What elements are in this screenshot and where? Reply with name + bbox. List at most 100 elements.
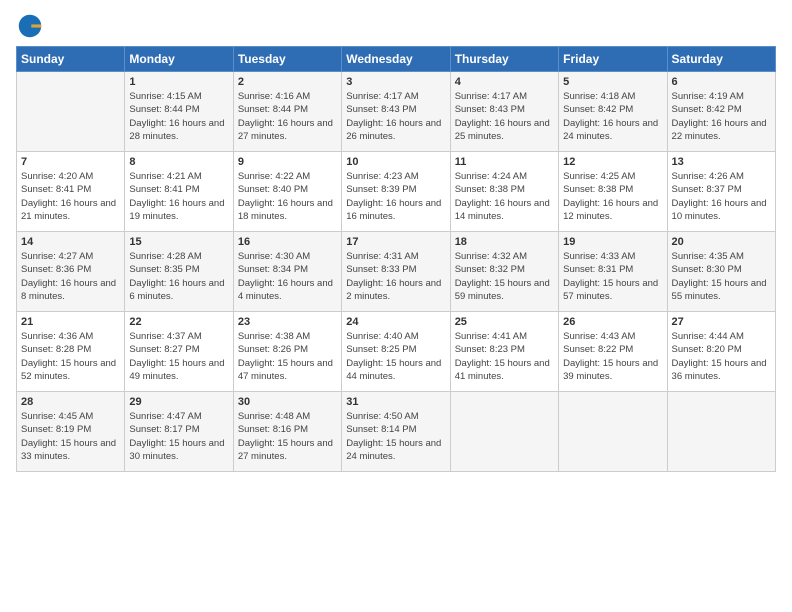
calendar-cell (450, 392, 558, 472)
date-number: 20 (672, 236, 771, 248)
calendar-cell: 3 Sunrise: 4:17 AM Sunset: 8:43 PM Daylig… (342, 72, 450, 152)
calendar-cell: 26Sunrise: 4:43 AM Sunset: 8:22 PM Dayli… (559, 312, 667, 392)
cell-content: Sunrise: 4:21 AM Sunset: 8:41 PM Dayligh… (129, 170, 228, 223)
date-number: 25 (455, 316, 554, 328)
calendar-cell: 16 Sunrise: 4:30 AM Sunset: 8:34 PM Dayli… (233, 232, 341, 312)
date-number: 31 (346, 396, 445, 408)
date-number: 7 (21, 156, 120, 168)
page-container: SundayMondayTuesdayWednesdayThursdayFrid… (0, 0, 792, 482)
cell-content: Sunrise: 4:15 AM Sunset: 8:44 PM Dayligh… (129, 90, 228, 143)
cell-content: Sunrise: 4:32 AM Sunset: 8:32 PM Dayligh… (455, 250, 554, 303)
cell-content: Sunrise: 4:44 AM Sunset: 8:20 PM Dayligh… (672, 330, 771, 383)
cell-content: Sunrise: 4:16 AM Sunset: 8:44 PM Dayligh… (238, 90, 337, 143)
calendar-cell: 2 Sunrise: 4:16 AM Sunset: 8:44 PM Daylig… (233, 72, 341, 152)
calendar-cell: 27 Sunrise: 4:44 AM Sunset: 8:20 PM Dayli… (667, 312, 775, 392)
cell-content: Sunrise: 4:36 AM Sunset: 8:28 PM Dayligh… (21, 330, 120, 383)
date-number: 21 (21, 316, 120, 328)
date-number: 6 (672, 76, 771, 88)
date-number: 24 (346, 316, 445, 328)
header-row: SundayMondayTuesdayWednesdayThursdayFrid… (17, 47, 776, 72)
calendar-cell: 1 Sunrise: 4:15 AM Sunset: 8:44 PM Daylig… (125, 72, 233, 152)
date-number: 13 (672, 156, 771, 168)
cell-content: Sunrise: 4:24 AM Sunset: 8:38 PM Dayligh… (455, 170, 554, 223)
calendar-cell: 14Sunrise: 4:27 AM Sunset: 8:36 PM Dayli… (17, 232, 125, 312)
calendar-cell: 9 Sunrise: 4:22 AM Sunset: 8:40 PM Daylig… (233, 152, 341, 232)
cell-content: Sunrise: 4:47 AM Sunset: 8:17 PM Dayligh… (129, 410, 228, 463)
calendar-cell: 4 Sunrise: 4:17 AM Sunset: 8:43 PM Daylig… (450, 72, 558, 152)
calendar-cell: 25 Sunrise: 4:41 AM Sunset: 8:23 PM Dayli… (450, 312, 558, 392)
date-number: 14 (21, 236, 120, 248)
calendar-cell: 20 Sunrise: 4:35 AM Sunset: 8:30 PM Dayli… (667, 232, 775, 312)
calendar-cell: 23 Sunrise: 4:38 AM Sunset: 8:26 PM Dayli… (233, 312, 341, 392)
date-number: 11 (455, 156, 554, 168)
calendar-cell (559, 392, 667, 472)
date-number: 1 (129, 76, 228, 88)
date-number: 9 (238, 156, 337, 168)
calendar-cell: 17Sunrise: 4:31 AM Sunset: 8:33 PM Dayli… (342, 232, 450, 312)
cell-content: Sunrise: 4:25 AM Sunset: 8:38 PM Dayligh… (563, 170, 662, 223)
cell-content: Sunrise: 4:18 AM Sunset: 8:42 PM Dayligh… (563, 90, 662, 143)
date-number: 15 (129, 236, 228, 248)
cell-content: Sunrise: 4:48 AM Sunset: 8:16 PM Dayligh… (238, 410, 337, 463)
week-row-1: 1 Sunrise: 4:15 AM Sunset: 8:44 PM Daylig… (17, 72, 776, 152)
calendar-cell: 5 Sunrise: 4:18 AM Sunset: 8:42 PM Daylig… (559, 72, 667, 152)
cell-content: Sunrise: 4:28 AM Sunset: 8:35 PM Dayligh… (129, 250, 228, 303)
cell-content: Sunrise: 4:19 AM Sunset: 8:42 PM Dayligh… (672, 90, 771, 143)
cell-content: Sunrise: 4:26 AM Sunset: 8:37 PM Dayligh… (672, 170, 771, 223)
cell-content: Sunrise: 4:40 AM Sunset: 8:25 PM Dayligh… (346, 330, 445, 383)
calendar-cell: 10 Sunrise: 4:23 AM Sunset: 8:39 PM Dayli… (342, 152, 450, 232)
cell-content: Sunrise: 4:50 AM Sunset: 8:14 PM Dayligh… (346, 410, 445, 463)
header (16, 12, 776, 40)
col-header-thursday: Thursday (450, 47, 558, 72)
cell-content: Sunrise: 4:17 AM Sunset: 8:43 PM Dayligh… (346, 90, 445, 143)
col-header-wednesday: Wednesday (342, 47, 450, 72)
date-number: 12 (563, 156, 662, 168)
date-number: 4 (455, 76, 554, 88)
calendar-cell: 31 Sunrise: 4:50 AM Sunset: 8:14 PM Dayli… (342, 392, 450, 472)
week-row-3: 14Sunrise: 4:27 AM Sunset: 8:36 PM Dayli… (17, 232, 776, 312)
cell-content: Sunrise: 4:23 AM Sunset: 8:39 PM Dayligh… (346, 170, 445, 223)
calendar-cell: 22 Sunrise: 4:37 AM Sunset: 8:27 PM Dayli… (125, 312, 233, 392)
calendar-cell: 24 Sunrise: 4:40 AM Sunset: 8:25 PM Dayli… (342, 312, 450, 392)
cell-content: Sunrise: 4:41 AM Sunset: 8:23 PM Dayligh… (455, 330, 554, 383)
date-number: 29 (129, 396, 228, 408)
calendar-cell (17, 72, 125, 152)
logo (16, 12, 48, 40)
date-number: 28 (21, 396, 120, 408)
cell-content: Sunrise: 4:38 AM Sunset: 8:26 PM Dayligh… (238, 330, 337, 383)
calendar-cell: 30 Sunrise: 4:48 AM Sunset: 8:16 PM Dayli… (233, 392, 341, 472)
calendar-cell: 7Sunrise: 4:20 AM Sunset: 8:41 PM Daylig… (17, 152, 125, 232)
date-number: 8 (129, 156, 228, 168)
week-row-4: 21 Sunrise: 4:36 AM Sunset: 8:28 PM Dayli… (17, 312, 776, 392)
calendar-cell: 8 Sunrise: 4:21 AM Sunset: 8:41 PM Daylig… (125, 152, 233, 232)
date-number: 16 (238, 236, 337, 248)
date-number: 3 (346, 76, 445, 88)
calendar-cell: 13 Sunrise: 4:26 AM Sunset: 8:37 PM Dayli… (667, 152, 775, 232)
logo-icon (16, 12, 44, 40)
calendar-cell: 18Sunrise: 4:32 AM Sunset: 8:32 PM Dayli… (450, 232, 558, 312)
cell-content: Sunrise: 4:17 AM Sunset: 8:43 PM Dayligh… (455, 90, 554, 143)
calendar-cell: 29 Sunrise: 4:47 AM Sunset: 8:17 PM Dayli… (125, 392, 233, 472)
date-number: 30 (238, 396, 337, 408)
cell-content: Sunrise: 4:37 AM Sunset: 8:27 PM Dayligh… (129, 330, 228, 383)
date-number: 26 (563, 316, 662, 328)
calendar-cell: 19Sunrise: 4:33 AM Sunset: 8:31 PM Dayli… (559, 232, 667, 312)
calendar-cell: 12 Sunrise: 4:25 AM Sunset: 8:38 PM Dayli… (559, 152, 667, 232)
date-number: 22 (129, 316, 228, 328)
calendar-cell: 28 Sunrise: 4:45 AM Sunset: 8:19 PM Dayli… (17, 392, 125, 472)
date-number: 10 (346, 156, 445, 168)
calendar-table: SundayMondayTuesdayWednesdayThursdayFrid… (16, 46, 776, 472)
cell-content: Sunrise: 4:45 AM Sunset: 8:19 PM Dayligh… (21, 410, 120, 463)
cell-content: Sunrise: 4:35 AM Sunset: 8:30 PM Dayligh… (672, 250, 771, 303)
week-row-5: 28 Sunrise: 4:45 AM Sunset: 8:19 PM Dayli… (17, 392, 776, 472)
col-header-tuesday: Tuesday (233, 47, 341, 72)
cell-content: Sunrise: 4:30 AM Sunset: 8:34 PM Dayligh… (238, 250, 337, 303)
date-number: 2 (238, 76, 337, 88)
date-number: 5 (563, 76, 662, 88)
date-number: 23 (238, 316, 337, 328)
date-number: 17 (346, 236, 445, 248)
date-number: 27 (672, 316, 771, 328)
week-row-2: 7Sunrise: 4:20 AM Sunset: 8:41 PM Daylig… (17, 152, 776, 232)
date-number: 19 (563, 236, 662, 248)
cell-content: Sunrise: 4:22 AM Sunset: 8:40 PM Dayligh… (238, 170, 337, 223)
